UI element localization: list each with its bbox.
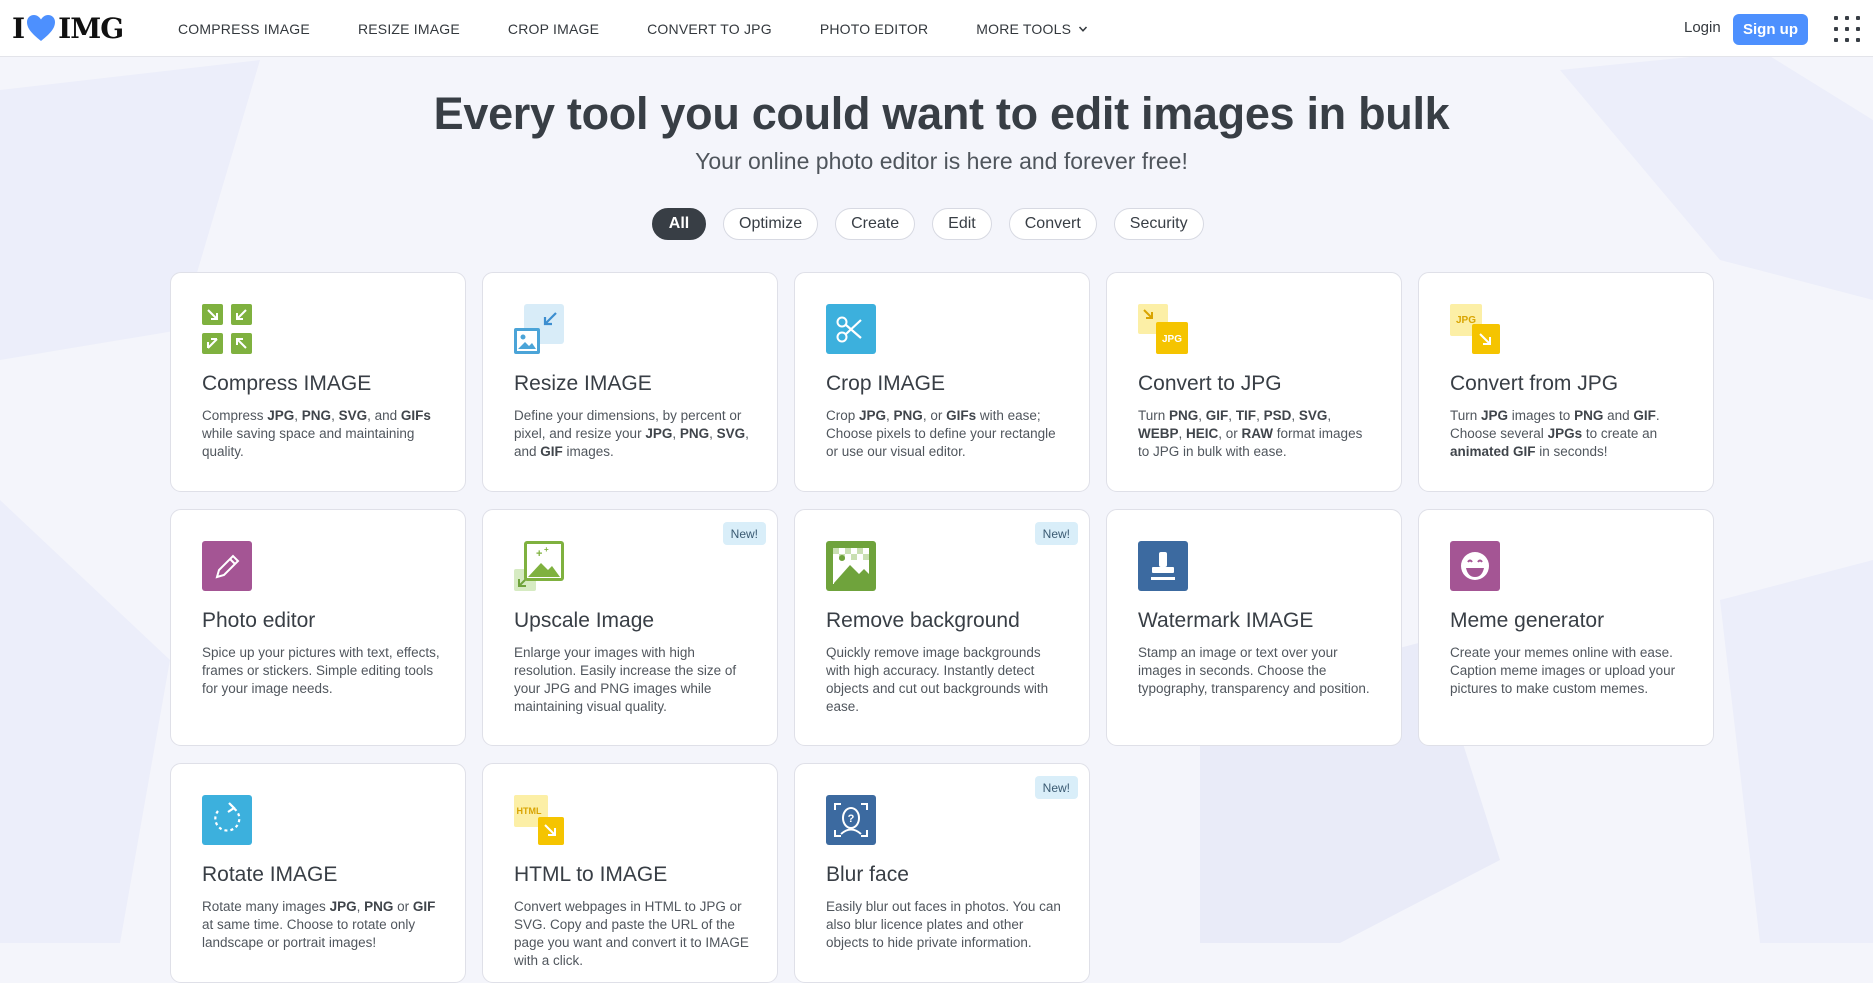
tool-description: Crop JPG, PNG, or GIFs with ease; Choose… <box>826 408 1056 459</box>
resize-icon <box>514 304 564 354</box>
tool-title: Crop IMAGE <box>826 372 946 395</box>
convert-to-jpg-icon: JPG <box>1138 304 1188 354</box>
remove-background-icon <box>826 541 876 591</box>
heart-icon <box>27 15 56 41</box>
photo-editor-icon <box>202 541 252 591</box>
new-badge: New! <box>1034 522 1078 545</box>
tool-card-resize[interactable]: Resize IMAGE Define your dimensions, by … <box>482 272 778 492</box>
tool-card-meme-generator[interactable]: Meme generator Create your memes online … <box>1418 509 1714 746</box>
nav-label: CONVERT TO JPG <box>647 20 772 37</box>
tool-description: Turn PNG, GIF, TIF, PSD, SVG, WEBP, HEIC… <box>1138 408 1363 459</box>
tool-title: Blur face <box>826 863 909 886</box>
tool-description: Enlarge your images with high resolution… <box>514 645 737 714</box>
chevron-down-icon <box>1079 25 1088 32</box>
tool-description: Easily blur out faces in photos. You can… <box>826 899 1061 950</box>
top-navbar: I IMG COMPRESS IMAGE RESIZE IMAGE CROP I… <box>0 0 1873 57</box>
tool-title: Compress IMAGE <box>202 372 372 395</box>
tool-card-photo-editor[interactable]: Photo editor Spice up your pictures with… <box>170 509 466 746</box>
new-badge: New! <box>722 522 766 545</box>
tool-title: HTML to IMAGE <box>514 863 668 886</box>
tool-title: Photo editor <box>202 609 316 632</box>
tool-title: Convert to JPG <box>1138 372 1282 395</box>
apps-grid-icon[interactable] <box>1834 16 1860 42</box>
nav-crop-image[interactable]: CROP IMAGE <box>508 21 599 37</box>
blur-face-icon: ? <box>826 795 876 845</box>
tool-title: Resize IMAGE <box>514 372 652 395</box>
tool-card-html-to-image[interactable]: HTML HTML to IMAGE Convert webpages in H… <box>482 763 778 983</box>
tool-description: Stamp an image or text over your images … <box>1138 645 1370 696</box>
filter-all[interactable]: All <box>652 208 706 240</box>
nav-more-tools[interactable]: MORE TOOLS <box>976 21 1088 37</box>
tool-description: Define your dimensions, by percent or pi… <box>514 408 749 459</box>
crop-icon <box>826 304 876 354</box>
new-badge: New! <box>1034 776 1078 799</box>
tool-card-crop[interactable]: Crop IMAGE Crop JPG, PNG, or GIFs with e… <box>794 272 1090 492</box>
tool-description: Compress JPG, PNG, SVG, and GIFs while s… <box>202 408 431 459</box>
tool-title: Rotate IMAGE <box>202 863 338 886</box>
tool-description: Create your memes online with ease. Capt… <box>1450 645 1676 696</box>
nav-label: COMPRESS IMAGE <box>178 20 310 37</box>
tool-card-compress[interactable]: Compress IMAGE Compress JPG, PNG, SVG, a… <box>170 272 466 492</box>
filter-create[interactable]: Create <box>835 208 916 240</box>
upscale-icon: + + <box>514 541 564 591</box>
tool-description: Quickly remove image backgrounds with hi… <box>826 645 1049 714</box>
tool-card-watermark[interactable]: Watermark IMAGE Stamp an image or text o… <box>1106 509 1402 746</box>
meme-icon <box>1450 541 1500 591</box>
tool-title: Meme generator <box>1450 609 1605 632</box>
tool-title: Convert from JPG <box>1450 372 1619 395</box>
page-title: Every tool you could want to edit images… <box>433 88 1450 139</box>
nav-photo-editor[interactable]: PHOTO EDITOR <box>820 21 928 37</box>
tool-card-upscale[interactable]: New! + + Upscale Image Enlarge your imag… <box>482 509 778 746</box>
tool-title: Upscale Image <box>514 609 655 632</box>
svg-text:+: + <box>536 548 542 560</box>
tool-card-convert-from-jpg[interactable]: JPG Convert from JPG Turn JPG images to … <box>1418 272 1714 492</box>
nav-resize-image[interactable]: RESIZE IMAGE <box>358 21 460 37</box>
nav-convert-to-jpg[interactable]: CONVERT TO JPG <box>647 21 772 37</box>
filter-convert[interactable]: Convert <box>1008 208 1097 240</box>
tool-card-remove-background[interactable]: New! Remove background Quickly remove im… <box>794 509 1090 746</box>
tool-title: Watermark IMAGE <box>1138 609 1314 632</box>
nav-label: CROP IMAGE <box>507 20 600 37</box>
iloveimg-logo[interactable]: I IMG <box>12 11 124 45</box>
compress-icon <box>202 304 252 354</box>
filter-edit[interactable]: Edit <box>932 208 992 240</box>
page-subtitle: Your online photo editor is here and for… <box>695 148 1188 174</box>
svg-text:HTML: HTML <box>517 806 542 816</box>
convert-from-jpg-icon: JPG <box>1450 304 1500 354</box>
signup-button[interactable]: Sign up <box>1733 14 1808 45</box>
tool-card-blur-face[interactable]: New! ? Blur face Easily blur out faces i… <box>794 763 1090 983</box>
logo-word: IMG <box>58 11 124 45</box>
tool-description: Convert webpages in HTML to JPG or SVG. … <box>514 899 749 968</box>
html-to-image-icon: HTML <box>514 795 564 845</box>
svg-text:+: + <box>544 545 549 554</box>
tool-title: Remove background <box>826 609 1020 632</box>
main-nav: COMPRESS IMAGE RESIZE IMAGE CROP IMAGE C… <box>178 0 1136 57</box>
login-link[interactable]: Login <box>1684 19 1721 36</box>
logo-letter: I <box>12 11 25 45</box>
svg-text:?: ? <box>848 813 855 825</box>
filter-optimize[interactable]: Optimize <box>723 208 819 240</box>
tool-description: Turn JPG images to PNG and GIF. Choose s… <box>1450 408 1660 459</box>
tool-description: Rotate many images JPG, PNG or GIF at sa… <box>202 899 436 950</box>
nav-label: MORE TOOLS <box>976 20 1072 37</box>
tool-card-rotate[interactable]: Rotate IMAGE Rotate many images JPG, PNG… <box>170 763 466 983</box>
nav-compress-image[interactable]: COMPRESS IMAGE <box>178 21 310 37</box>
filter-security[interactable]: Security <box>1113 208 1204 240</box>
rotate-icon <box>202 795 252 845</box>
watermark-icon <box>1138 541 1188 591</box>
nav-label: RESIZE IMAGE <box>357 20 460 37</box>
svg-text:JPG: JPG <box>1162 334 1182 345</box>
tool-description: Spice up your pictures with text, effect… <box>202 645 440 696</box>
nav-label: PHOTO EDITOR <box>819 20 929 37</box>
category-filters: All Optimize Create Edit Convert Securit… <box>652 208 1221 240</box>
tool-card-convert-to-jpg[interactable]: JPG Convert to JPG Turn PNG, GIF, TIF, P… <box>1106 272 1402 492</box>
